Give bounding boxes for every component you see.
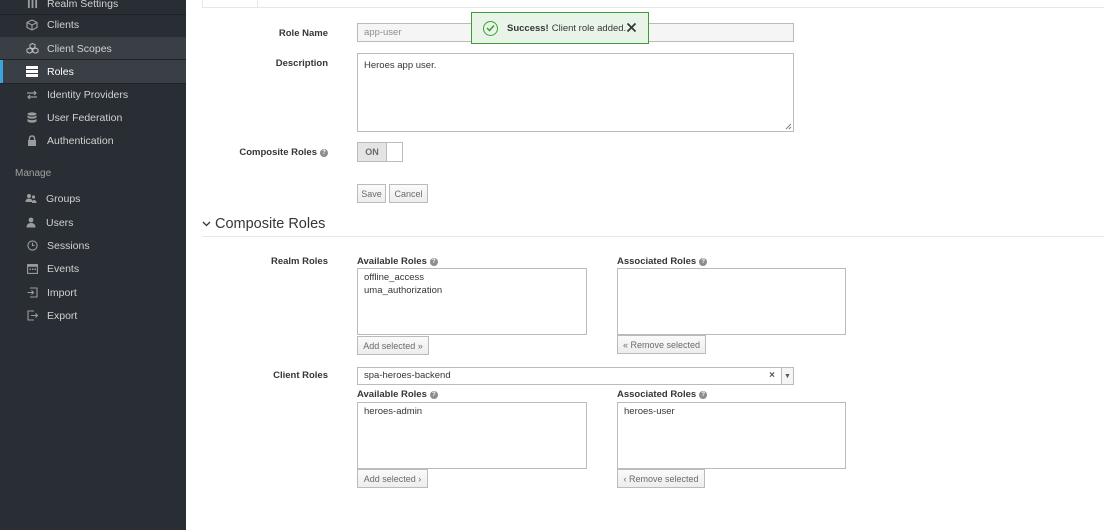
cubes-icon: [25, 42, 39, 56]
sidebar-item-label: Events: [47, 262, 80, 275]
sidebar-item-groups[interactable]: Groups: [0, 187, 186, 210]
toast-message: Client role added.: [551, 22, 627, 34]
description-textarea[interactable]: Heroes app user.: [357, 53, 794, 132]
client-add-selected-button[interactable]: Add selected ›: [357, 469, 428, 488]
client-remove-selected-button[interactable]: ‹ Remove selected: [617, 469, 705, 488]
composite-roles-section-header[interactable]: Composite Roles: [202, 216, 325, 232]
description-label: Description: [275, 58, 328, 69]
client-available-roles-label-text: Available Roles: [357, 389, 427, 400]
realm-associated-roles-label-text: Associated Roles: [617, 256, 697, 267]
chevron-down-icon: [202, 219, 212, 230]
database-icon: [25, 111, 39, 125]
sidebar: Realm Settings Clients Client Scopes Rol…: [0, 0, 186, 530]
sidebar-item-label: Clients: [47, 18, 80, 31]
cancel-button[interactable]: Cancel: [389, 184, 428, 203]
section-divider: [202, 236, 1104, 237]
sidebar-item-label: Realm Settings: [47, 0, 119, 10]
tab-strip: [202, 0, 1104, 8]
calendar-icon: [25, 262, 39, 276]
client-available-roles-label: Available Roles?: [357, 389, 438, 400]
sidebar-item-sessions[interactable]: Sessions: [0, 234, 186, 257]
help-icon[interactable]: ?: [429, 391, 438, 399]
sidebar-item-clients[interactable]: Clients: [0, 13, 186, 36]
sidebar-section-manage: Manage: [15, 168, 52, 179]
client-associated-roles-label: Associated Roles?: [617, 389, 708, 400]
role-name-label: Role Name: [278, 28, 328, 39]
sidebar-item-label: User Federation: [47, 111, 123, 124]
cube-icon: [25, 18, 39, 32]
sidebar-item-authentication[interactable]: Authentication: [0, 129, 186, 152]
composite-roles-label: Composite Roles?: [225, 147, 328, 158]
exchange-icon: [25, 88, 39, 102]
realm-associated-roles-label: Associated Roles?: [617, 256, 708, 267]
sidebar-item-events[interactable]: Events: [0, 257, 186, 280]
client-associated-roles-list[interactable]: heroes-user: [617, 402, 846, 469]
composite-roles-label-text: Composite Roles: [239, 147, 317, 158]
sidebar-item-label: Authentication: [47, 134, 114, 147]
toast-strong: Success!: [507, 22, 549, 34]
description-text: Heroes app user.: [364, 60, 437, 71]
sidebar-item-label: Import: [47, 286, 77, 299]
sliders-icon: [25, 0, 39, 11]
caret-down-icon[interactable]: ▼: [781, 368, 793, 384]
list-item[interactable]: heroes-user: [624, 405, 839, 418]
client-select[interactable]: spa-heroes-backend × ▼: [357, 367, 794, 385]
sidebar-item-label: Roles: [47, 65, 74, 78]
close-icon[interactable]: [626, 20, 637, 36]
realm-associated-roles-list[interactable]: [617, 268, 846, 335]
sidebar-item-label: Client Scopes: [47, 42, 112, 55]
sidebar-item-user-federation[interactable]: User Federation: [0, 106, 186, 129]
sidebar-item-export[interactable]: Export: [0, 304, 186, 327]
sidebar-item-label: Export: [47, 309, 78, 322]
users-icon: [24, 192, 38, 206]
help-icon[interactable]: ?: [699, 258, 708, 266]
sidebar-item-identity-providers[interactable]: Identity Providers: [0, 83, 186, 106]
tab[interactable]: [202, 0, 258, 8]
clear-icon[interactable]: ×: [769, 370, 775, 381]
sidebar-item-client-scopes[interactable]: Client Scopes: [0, 37, 186, 60]
sidebar-item-users[interactable]: Users: [0, 211, 186, 234]
client-available-roles-list[interactable]: heroes-admin: [357, 402, 587, 469]
help-icon[interactable]: ?: [429, 258, 438, 266]
lock-icon: [25, 134, 39, 148]
sidebar-item-roles[interactable]: Roles: [0, 60, 186, 83]
client-associated-roles-label-text: Associated Roles: [617, 389, 697, 400]
list-item[interactable]: offline_access: [364, 271, 580, 284]
list-item[interactable]: heroes-admin: [364, 405, 580, 418]
sidebar-item-label: Users: [46, 216, 74, 229]
list-icon: [25, 65, 39, 79]
resize-handle-icon[interactable]: [785, 123, 792, 130]
sidebar-item-label: Groups: [46, 192, 81, 205]
export-icon: [25, 309, 39, 323]
sidebar-item-label: Identity Providers: [47, 88, 129, 101]
client-roles-label: Client Roles: [273, 370, 328, 381]
import-icon: [25, 286, 39, 300]
list-item[interactable]: uma_authorization: [364, 284, 580, 297]
help-icon[interactable]: ?: [699, 391, 708, 399]
user-icon: [24, 216, 38, 230]
realm-roles-label: Realm Roles: [270, 256, 328, 267]
realm-available-roles-label: Available Roles?: [357, 256, 438, 267]
realm-available-roles-label-text: Available Roles: [357, 256, 427, 267]
realm-remove-selected-button[interactable]: « Remove selected: [617, 335, 706, 354]
toggle-on-label: ON: [358, 143, 387, 161]
save-button[interactable]: Save: [357, 184, 386, 203]
sidebar-item-label: Sessions: [47, 239, 90, 252]
help-icon[interactable]: ?: [320, 149, 328, 157]
sidebar-item-import[interactable]: Import: [0, 281, 186, 304]
clock-icon: [25, 239, 39, 253]
client-select-value: spa-heroes-backend: [364, 370, 451, 381]
realm-add-selected-button[interactable]: Add selected »: [357, 336, 429, 355]
check-circle-icon: [483, 20, 498, 36]
success-toast: Success! Client role added.: [471, 12, 649, 44]
section-title: Composite Roles: [215, 216, 326, 232]
realm-available-roles-list[interactable]: offline_access uma_authorization: [357, 268, 587, 335]
composite-roles-toggle[interactable]: ON: [357, 142, 403, 162]
